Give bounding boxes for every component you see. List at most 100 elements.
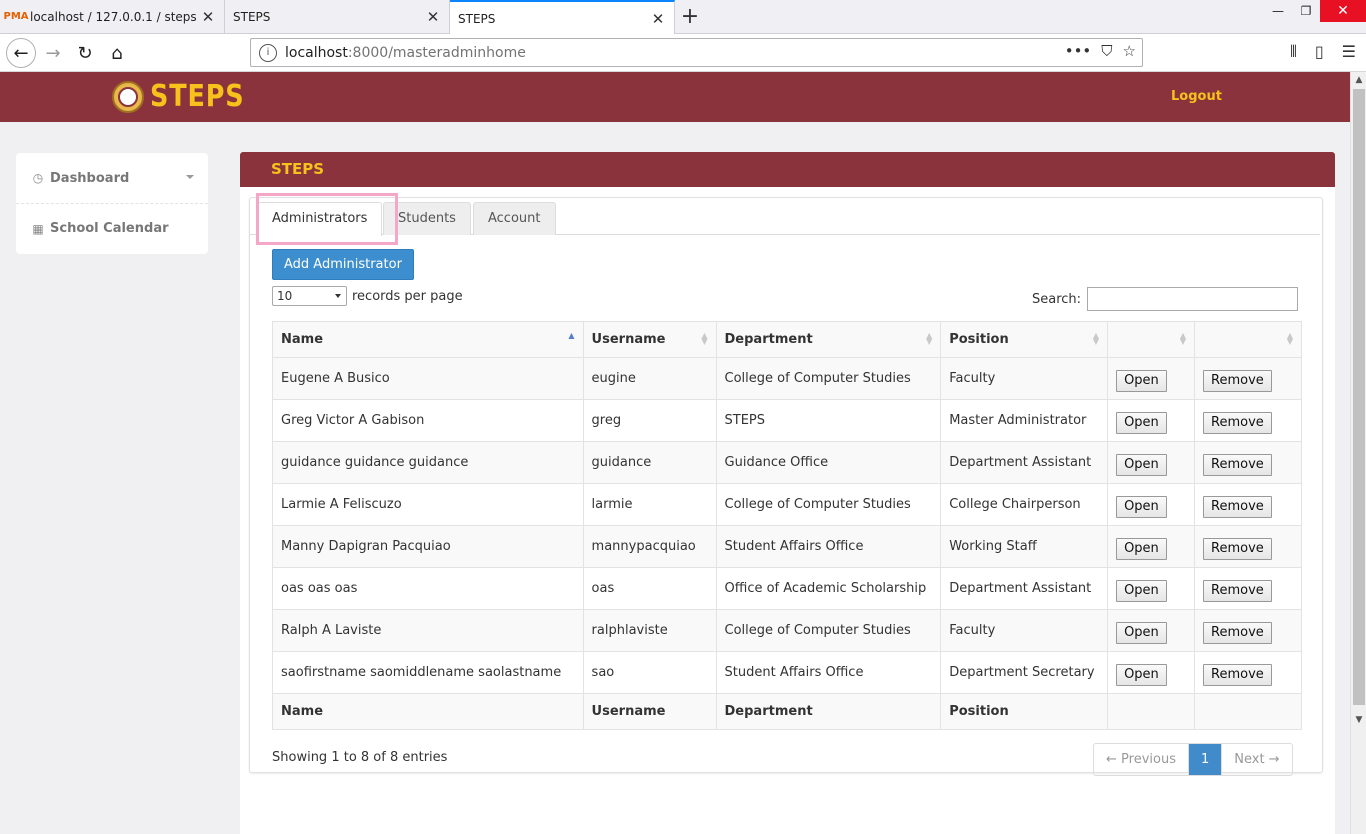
- footer-header-username: Username: [582, 693, 717, 730]
- browser-tab-title: localhost / 127.0.0.1 / steps | ph: [30, 9, 200, 24]
- browser-nav-bar: ← → ↻ ⌂ i localhost:8000/masteradminhome…: [0, 34, 1366, 72]
- back-icon[interactable]: ←: [6, 38, 36, 68]
- scroll-up-icon[interactable]: ▲: [1351, 72, 1366, 88]
- next-page-button[interactable]: Next →: [1222, 744, 1291, 775]
- reload-icon[interactable]: ↻: [70, 38, 100, 68]
- table-info: Showing 1 to 8 of 8 entries: [272, 750, 448, 765]
- cell-name: Eugene A Busico: [272, 357, 584, 400]
- column-header-remove[interactable]: ▲ ▼: [1194, 321, 1302, 358]
- new-tab-button[interactable]: +: [675, 0, 705, 33]
- scroll-down-icon[interactable]: ▼: [1351, 712, 1366, 728]
- cell-username: greg: [582, 399, 717, 442]
- page-actions-icon[interactable]: •••: [1065, 42, 1092, 60]
- library-icon[interactable]: ⫴: [1290, 42, 1297, 62]
- open-button[interactable]: Open: [1116, 621, 1167, 644]
- cell-name: Greg Victor A Gabison: [272, 399, 584, 442]
- administrators-table: Name ▲ Username ▲ ▼ Department ▲ ▼ Position ▲ ▼…: [272, 321, 1302, 730]
- remove-button[interactable]: Remove: [1203, 537, 1272, 560]
- table-row: oas oas oas oas Office of Academic Schol…: [272, 567, 1302, 610]
- previous-page-button[interactable]: ← Previous: [1094, 744, 1189, 775]
- menu-icon[interactable]: ☰: [1342, 42, 1356, 62]
- search-label: Search:: [1032, 291, 1082, 307]
- site-logo[interactable]: STEPS: [112, 79, 261, 114]
- sort-icon: ▲ ▼: [1286, 331, 1293, 346]
- cell-username: guidance: [582, 441, 717, 484]
- cell-department: College of Computer Studies: [715, 609, 942, 652]
- site-info-icon[interactable]: i: [259, 43, 277, 62]
- minimize-icon[interactable]: —: [1264, 0, 1292, 22]
- tab-administrators[interactable]: Administrators: [257, 202, 383, 236]
- column-header-position[interactable]: Position ▲ ▼: [940, 321, 1109, 358]
- column-header-department[interactable]: Department ▲ ▼: [715, 321, 942, 358]
- table-row: guidance guidance guidance guidance Guid…: [272, 441, 1302, 484]
- column-header-username[interactable]: Username ▲ ▼: [582, 321, 717, 358]
- remove-button[interactable]: Remove: [1203, 621, 1272, 644]
- forward-icon[interactable]: →: [38, 38, 68, 68]
- pocket-icon[interactable]: ⛉: [1101, 42, 1112, 60]
- page-scrollbar[interactable]: ▲ ▼: [1350, 72, 1366, 834]
- cell-username: ralphlaviste: [582, 609, 717, 652]
- column-header-name[interactable]: Name ▲: [272, 321, 584, 358]
- dashboard-gauge-icon: ◷: [32, 171, 44, 185]
- cell-position: Working Staff: [940, 525, 1109, 568]
- cell-position: Faculty: [940, 609, 1109, 652]
- sidebar-item-school-calendar[interactable]: ▦ School Calendar: [16, 203, 208, 253]
- window-close-icon[interactable]: ✕: [1320, 0, 1366, 22]
- url-path: :8000/masteradminhome: [347, 44, 526, 61]
- browser-tab-phpmyadmin[interactable]: PMA localhost / 127.0.0.1 / steps | ph ✕: [0, 0, 225, 33]
- calendar-icon: ▦: [32, 221, 44, 236]
- add-administrator-button[interactable]: Add Administrator: [272, 249, 414, 280]
- url-bar[interactable]: i localhost:8000/masteradminhome ••• ⛉ ☆: [250, 38, 1143, 67]
- remove-button[interactable]: Remove: [1203, 453, 1272, 476]
- remove-button[interactable]: Remove: [1203, 369, 1272, 392]
- open-button[interactable]: Open: [1116, 369, 1167, 392]
- bookmark-star-icon[interactable]: ☆: [1123, 42, 1136, 60]
- restore-icon[interactable]: ❐: [1292, 0, 1320, 22]
- page-content: STEPS Logout ◷ Dashboard ▦ School Calend…: [0, 72, 1350, 834]
- table-row: Ralph A Laviste ralphlaviste College of …: [272, 609, 1302, 652]
- records-per-page-select[interactable]: 10: [272, 286, 347, 306]
- cell-username: mannypacquiao: [582, 525, 717, 568]
- footer-header-position: Position: [940, 693, 1109, 730]
- cell-position: Master Administrator: [940, 399, 1109, 442]
- footer-header-name: Name: [272, 693, 584, 730]
- home-icon[interactable]: ⌂: [102, 38, 132, 68]
- open-button[interactable]: Open: [1116, 411, 1167, 434]
- panel-body: Administrators Students Account Add Admi…: [249, 193, 1323, 776]
- logout-link[interactable]: Logout: [1171, 89, 1222, 104]
- table-row: Greg Victor A Gabison greg STEPS Master …: [272, 399, 1302, 442]
- sidebar-toggle-icon[interactable]: ▯: [1315, 42, 1324, 62]
- browser-tab-steps-1[interactable]: STEPS ✕: [225, 0, 450, 33]
- open-button[interactable]: Open: [1116, 537, 1167, 560]
- panel-title: STEPS: [240, 152, 1335, 187]
- tab-strip: Administrators Students Account: [250, 193, 1320, 245]
- close-tab-icon[interactable]: ✕: [650, 10, 666, 28]
- close-tab-icon[interactable]: ✕: [200, 8, 216, 26]
- tab-students[interactable]: Students: [383, 202, 471, 235]
- footer-header-remove: [1194, 693, 1302, 730]
- remove-button[interactable]: Remove: [1203, 663, 1272, 686]
- cell-username: sao: [582, 651, 717, 694]
- remove-button[interactable]: Remove: [1203, 411, 1272, 434]
- browser-tab-steps-2[interactable]: STEPS ✕: [450, 0, 675, 35]
- sidebar-item-dashboard[interactable]: ◷ Dashboard: [16, 153, 208, 203]
- open-button[interactable]: Open: [1116, 495, 1167, 518]
- open-button[interactable]: Open: [1116, 453, 1167, 476]
- open-button[interactable]: Open: [1116, 663, 1167, 686]
- page-1-button[interactable]: 1: [1188, 744, 1223, 775]
- scroll-thumb[interactable]: [1353, 89, 1365, 705]
- column-header-open[interactable]: ▲ ▼: [1107, 321, 1196, 358]
- remove-button[interactable]: Remove: [1203, 579, 1272, 602]
- table-row: Manny Dapigran Pacquiao mannypacquiao St…: [272, 525, 1302, 568]
- close-tab-icon[interactable]: ✕: [425, 8, 441, 26]
- tab-account[interactable]: Account: [473, 202, 556, 235]
- open-button[interactable]: Open: [1116, 579, 1167, 602]
- pagination: ← Previous 1 Next →: [1093, 743, 1293, 776]
- footer-header-open: [1107, 693, 1196, 730]
- cell-position: Department Assistant: [940, 441, 1109, 484]
- table-row: saofirstname saomiddlename saolastname s…: [272, 651, 1302, 694]
- cell-department: STEPS: [715, 399, 942, 442]
- cell-position: Faculty: [940, 357, 1109, 400]
- remove-button[interactable]: Remove: [1203, 495, 1272, 518]
- search-input[interactable]: [1087, 287, 1299, 311]
